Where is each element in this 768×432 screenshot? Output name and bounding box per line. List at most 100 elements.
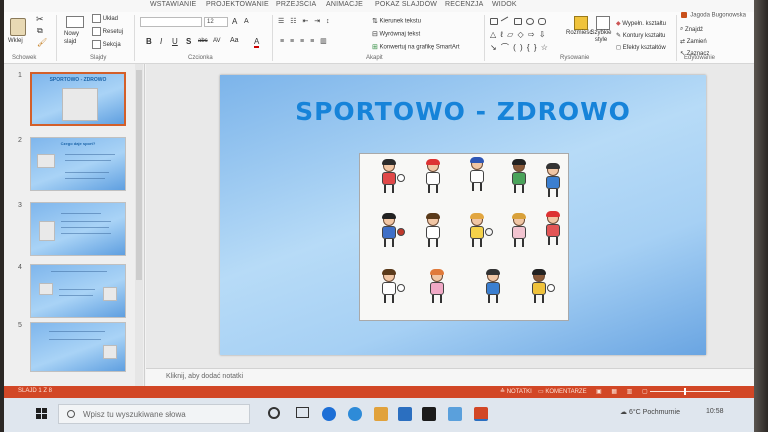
current-slide[interactable]: SPORTOWO - ZDROWO xyxy=(220,75,706,355)
thumb-picture xyxy=(103,287,117,301)
shape-row-3[interactable]: ↘ ⌒ ( ) { } ☆ xyxy=(490,42,549,53)
change-case-button[interactable]: Aa xyxy=(230,37,239,44)
cut-icon[interactable]: ✂ xyxy=(36,14,44,25)
text-direction-button[interactable]: ⇅ Kierunek tekstu xyxy=(372,17,421,25)
font-name-field[interactable] xyxy=(140,17,202,27)
shape-effects-button[interactable]: ◻ Efekty kształtów xyxy=(616,44,666,51)
shape-rounded-rect[interactable] xyxy=(538,18,546,25)
replace-icon: ⇄ xyxy=(680,39,686,45)
thumb-picture xyxy=(62,88,98,121)
sports-kids-picture[interactable] xyxy=(359,153,569,321)
arrange-button[interactable]: Rozmieść xyxy=(566,16,592,36)
shape-fill-button[interactable]: ◆ Wypełn. kształtu xyxy=(616,20,666,27)
cartoon-child-figure xyxy=(480,269,506,304)
thumb-number: 4 xyxy=(18,264,22,271)
windows-start-icon[interactable] xyxy=(36,408,48,420)
tab-slideshow[interactable]: POKAZ SLAJDÓW xyxy=(375,1,437,8)
slide-thumbnail-1[interactable]: SPORTOWO - ZDROWO xyxy=(30,72,126,126)
cartoon-child-figure xyxy=(540,211,566,246)
shape-outline-button[interactable]: ✎ Kontury kształtu xyxy=(616,32,665,39)
edge-alt-icon[interactable] xyxy=(348,407,362,421)
shadow-button[interactable]: S xyxy=(186,37,191,46)
align-text-button[interactable]: ⊟ Wyrównaj tekst xyxy=(372,30,420,38)
thumb-picture xyxy=(37,154,55,168)
tab-insert[interactable]: WSTAWIANIE xyxy=(150,1,196,8)
tab-design[interactable]: PROJEKTOWANIE xyxy=(206,1,269,8)
slide-counter: SLAJD 1 Z 8 xyxy=(18,388,53,394)
tab-view[interactable]: WIDOK xyxy=(492,1,517,8)
slide-thumbnail-5[interactable] xyxy=(30,322,126,372)
font-size-field[interactable]: 12 xyxy=(204,17,228,27)
layout-button[interactable]: Układ xyxy=(92,14,118,23)
align-text-icon: ⊟ xyxy=(372,31,378,38)
bold-button[interactable]: B xyxy=(146,37,152,46)
layout-label: Układ xyxy=(102,16,119,23)
comments-button[interactable]: ▭ KOMENTARZE xyxy=(538,388,587,395)
align-buttons[interactable]: ≡ ≡ ≡ ≡ ▥ xyxy=(280,37,329,45)
paste-label: Wklej xyxy=(8,38,23,44)
shape-text-box[interactable] xyxy=(490,18,498,25)
font-color-button[interactable]: A xyxy=(254,37,260,48)
clock[interactable]: 10:58 xyxy=(706,408,724,415)
reset-icon xyxy=(92,27,101,36)
paste-icon xyxy=(10,18,26,36)
find-button[interactable]: ⌕ Znajdź xyxy=(680,26,703,33)
underline-button[interactable]: U xyxy=(172,37,178,46)
notes-button[interactable]: ≙ NOTATKI xyxy=(500,388,532,395)
strikethrough-button[interactable]: abc xyxy=(198,38,208,44)
slide-editing-area: SPORTOWO - ZDROWO xyxy=(146,64,768,368)
scrollbar-thumb[interactable] xyxy=(136,70,142,280)
shape-effects-label: Efekty kształtów xyxy=(622,45,666,52)
grow-font-button[interactable]: A xyxy=(232,17,237,26)
arrange-icon xyxy=(574,16,589,30)
widgets-icon[interactable] xyxy=(296,407,309,418)
thumb-text-line xyxy=(49,331,105,332)
account-name[interactable]: Jagoda Bugonowska xyxy=(681,12,746,19)
task-view-icon[interactable] xyxy=(268,407,280,419)
section-button[interactable]: Sekcja xyxy=(92,40,121,49)
italic-button[interactable]: I xyxy=(160,37,162,46)
mail-icon[interactable] xyxy=(448,407,462,421)
new-slide-button[interactable]: Nowy slajd xyxy=(64,16,86,46)
slide-thumbnail-4[interactable] xyxy=(30,264,126,318)
slide-thumbnail-2[interactable]: Czego daje sport? xyxy=(30,137,126,191)
shape-rectangle[interactable] xyxy=(514,18,522,25)
view-buttons[interactable]: ▣ ▦ ▥ ▢ xyxy=(596,388,652,395)
powerpoint-window: WSTAWIANIE PROJEKTOWANIE PRZEJŚCIA ANIMA… xyxy=(0,0,768,432)
shrink-font-button[interactable]: A xyxy=(244,18,249,25)
tab-animations[interactable]: ANIMACJE xyxy=(326,1,363,8)
app-icon[interactable] xyxy=(422,407,436,421)
smartart-button[interactable]: ⊞ Konwertuj na grafikę SmartArt xyxy=(372,43,460,51)
shape-row-2[interactable]: △ ℓ ▱ ◇ ⇨ ⇩ xyxy=(490,30,547,39)
paste-button[interactable]: Wklej xyxy=(8,18,26,44)
thumb-title: Czego daje sport? xyxy=(60,141,96,146)
powerpoint-taskbar-icon[interactable] xyxy=(474,407,488,421)
slide-title[interactable]: SPORTOWO - ZDROWO xyxy=(220,97,706,126)
store-icon[interactable] xyxy=(398,407,412,421)
thumbnail-scrollbar[interactable] xyxy=(135,64,143,386)
slides-group-label: Slajdy xyxy=(90,55,107,61)
notes-pane[interactable]: Kliknij, aby dodać notatki xyxy=(146,368,768,386)
copy-icon[interactable]: ⧉ xyxy=(37,26,43,36)
tab-review[interactable]: RECENZJA xyxy=(445,1,484,8)
edge-browser-icon[interactable] xyxy=(322,407,336,421)
new-slide-icon xyxy=(66,16,84,28)
reset-button[interactable]: Resetuj xyxy=(92,27,123,36)
taskbar-search-box[interactable]: Wpisz tu wyszukiwane słowa xyxy=(58,404,250,424)
replace-label: Zamień xyxy=(686,39,707,46)
thumb-number: 1 xyxy=(18,72,22,79)
quick-styles-button[interactable]: Szybkie style xyxy=(590,16,612,44)
thumb-text-line xyxy=(61,233,111,234)
zoom-slider-thumb[interactable] xyxy=(684,388,686,395)
list-buttons[interactable]: ☰ ☷ ⇤ ⇥ ↕ xyxy=(278,17,332,25)
shape-oval[interactable] xyxy=(526,18,534,25)
slide-thumbnail-3[interactable] xyxy=(30,202,126,256)
shape-line[interactable] xyxy=(500,16,512,27)
char-spacing-button[interactable]: AV xyxy=(213,38,221,44)
tab-transitions[interactable]: PRZEJŚCIA xyxy=(276,1,316,8)
file-explorer-icon[interactable] xyxy=(374,407,388,421)
zoom-slider[interactable] xyxy=(650,391,730,392)
replace-button[interactable]: ⇄ Zamień xyxy=(680,38,707,45)
weather-widget[interactable]: ☁ 6°C Pochmurnie xyxy=(620,408,680,416)
format-painter-icon[interactable]: 🖌 xyxy=(37,38,47,47)
